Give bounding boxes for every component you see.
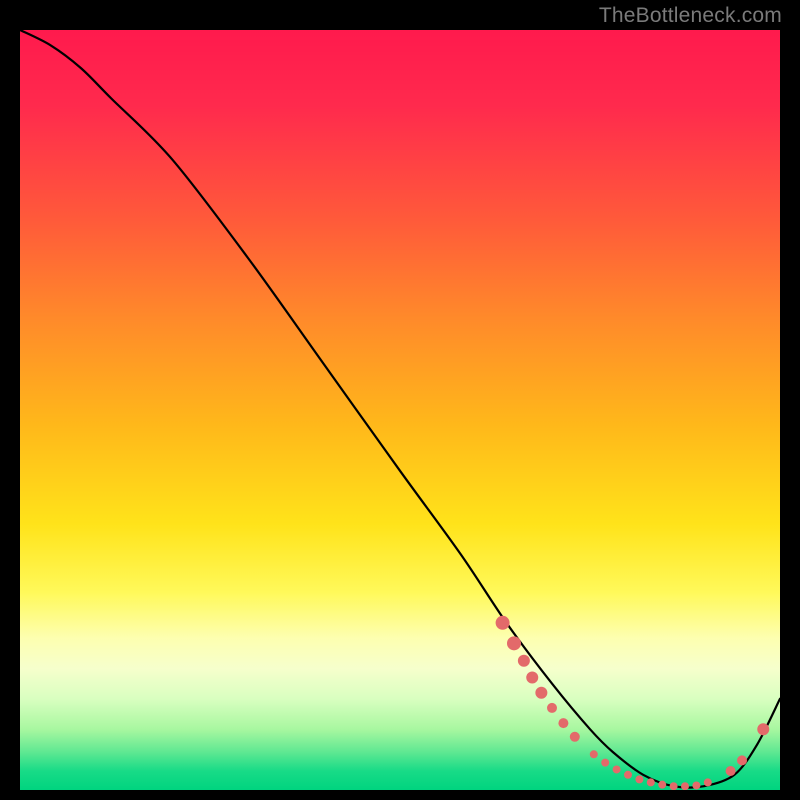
- highlight-dot: [704, 778, 712, 786]
- highlight-dot: [526, 672, 538, 684]
- highlight-dot: [590, 750, 598, 758]
- highlight-dot: [601, 759, 609, 767]
- highlight-dot: [613, 765, 621, 773]
- highlight-dot: [658, 781, 666, 789]
- highlight-dots: [496, 616, 770, 790]
- highlight-dot: [635, 775, 643, 783]
- chart-stage: TheBottleneck.com: [0, 0, 800, 800]
- highlight-dot: [647, 778, 655, 786]
- highlight-dot: [496, 616, 510, 630]
- highlight-dot: [726, 766, 736, 776]
- highlight-dot: [547, 703, 557, 713]
- highlight-dot: [507, 636, 521, 650]
- curve-svg: [20, 30, 780, 790]
- highlight-dot: [692, 781, 700, 789]
- highlight-dot: [570, 732, 580, 742]
- watermark-label: TheBottleneck.com: [599, 4, 782, 28]
- plot-area: [20, 30, 780, 790]
- highlight-dot: [681, 782, 689, 790]
- highlight-dot: [670, 782, 678, 790]
- highlight-dot: [518, 655, 530, 667]
- highlight-dot: [757, 723, 769, 735]
- highlight-dot: [535, 687, 547, 699]
- highlight-dot: [737, 755, 747, 765]
- bottleneck-curve: [20, 30, 780, 788]
- highlight-dot: [558, 718, 568, 728]
- highlight-dot: [624, 771, 632, 779]
